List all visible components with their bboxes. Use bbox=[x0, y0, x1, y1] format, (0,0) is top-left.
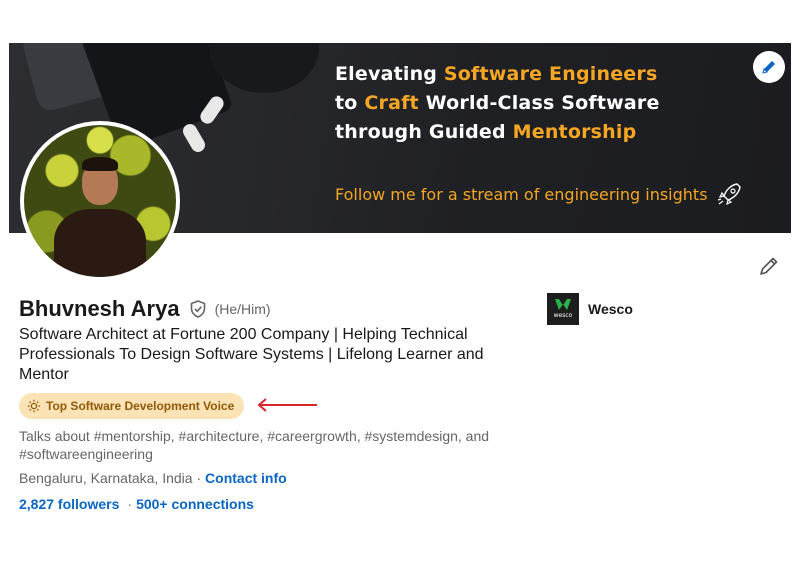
wesco-mark-icon bbox=[555, 299, 571, 310]
talks-about: Talks about #mentorship, #architecture, … bbox=[19, 428, 490, 462]
followers-link[interactable]: 2,827 followers bbox=[19, 496, 119, 512]
annotation-arrow-icon bbox=[257, 398, 317, 412]
profile-name: Bhuvnesh Arya bbox=[19, 296, 180, 321]
profile-photo-image bbox=[24, 125, 176, 277]
connections-link[interactable]: 500+ connections bbox=[136, 496, 254, 512]
network-stats: 2,827 followers · 500+ connections bbox=[19, 496, 254, 512]
pronouns: (He/Him) bbox=[214, 301, 271, 317]
banner-tagline: Follow me for a stream of engineering in… bbox=[335, 181, 743, 206]
pencil-icon bbox=[762, 61, 775, 74]
company-logo: wesco bbox=[547, 293, 579, 325]
profile-headline: Software Architect at Fortune 200 Compan… bbox=[19, 326, 484, 383]
earbud-image bbox=[180, 121, 208, 155]
stats-separator: · bbox=[127, 496, 133, 512]
contact-info-link[interactable]: Contact info bbox=[205, 470, 287, 486]
lightbulb-icon bbox=[27, 399, 41, 413]
location-row: Bengaluru, Karnataka, India · Contact in… bbox=[19, 470, 287, 486]
top-voice-badge[interactable]: Top Software Development Voice bbox=[19, 393, 245, 419]
edit-intro-pencil-icon[interactable] bbox=[758, 255, 780, 277]
top-voice-label: Top Software Development Voice bbox=[46, 399, 235, 413]
location-separator: · bbox=[192, 470, 206, 486]
banner-line-2: to Craft World-Class Software bbox=[335, 92, 660, 114]
rocket-icon bbox=[717, 183, 741, 206]
name-row: Bhuvnesh Arya (He/Him) bbox=[19, 296, 271, 322]
banner-line-1: Elevating Software Engineers bbox=[335, 63, 658, 85]
edit-banner-button[interactable] bbox=[753, 51, 785, 83]
location: Bengaluru, Karnataka, India bbox=[19, 470, 193, 486]
profile-photo[interactable] bbox=[20, 121, 180, 281]
current-company[interactable]: wesco Wesco bbox=[547, 293, 633, 325]
company-logo-text: wesco bbox=[553, 312, 573, 319]
company-name: Wesco bbox=[588, 301, 633, 317]
banner-line-3: through Guided Mentorship bbox=[335, 121, 637, 143]
verified-shield-icon[interactable] bbox=[188, 299, 208, 319]
